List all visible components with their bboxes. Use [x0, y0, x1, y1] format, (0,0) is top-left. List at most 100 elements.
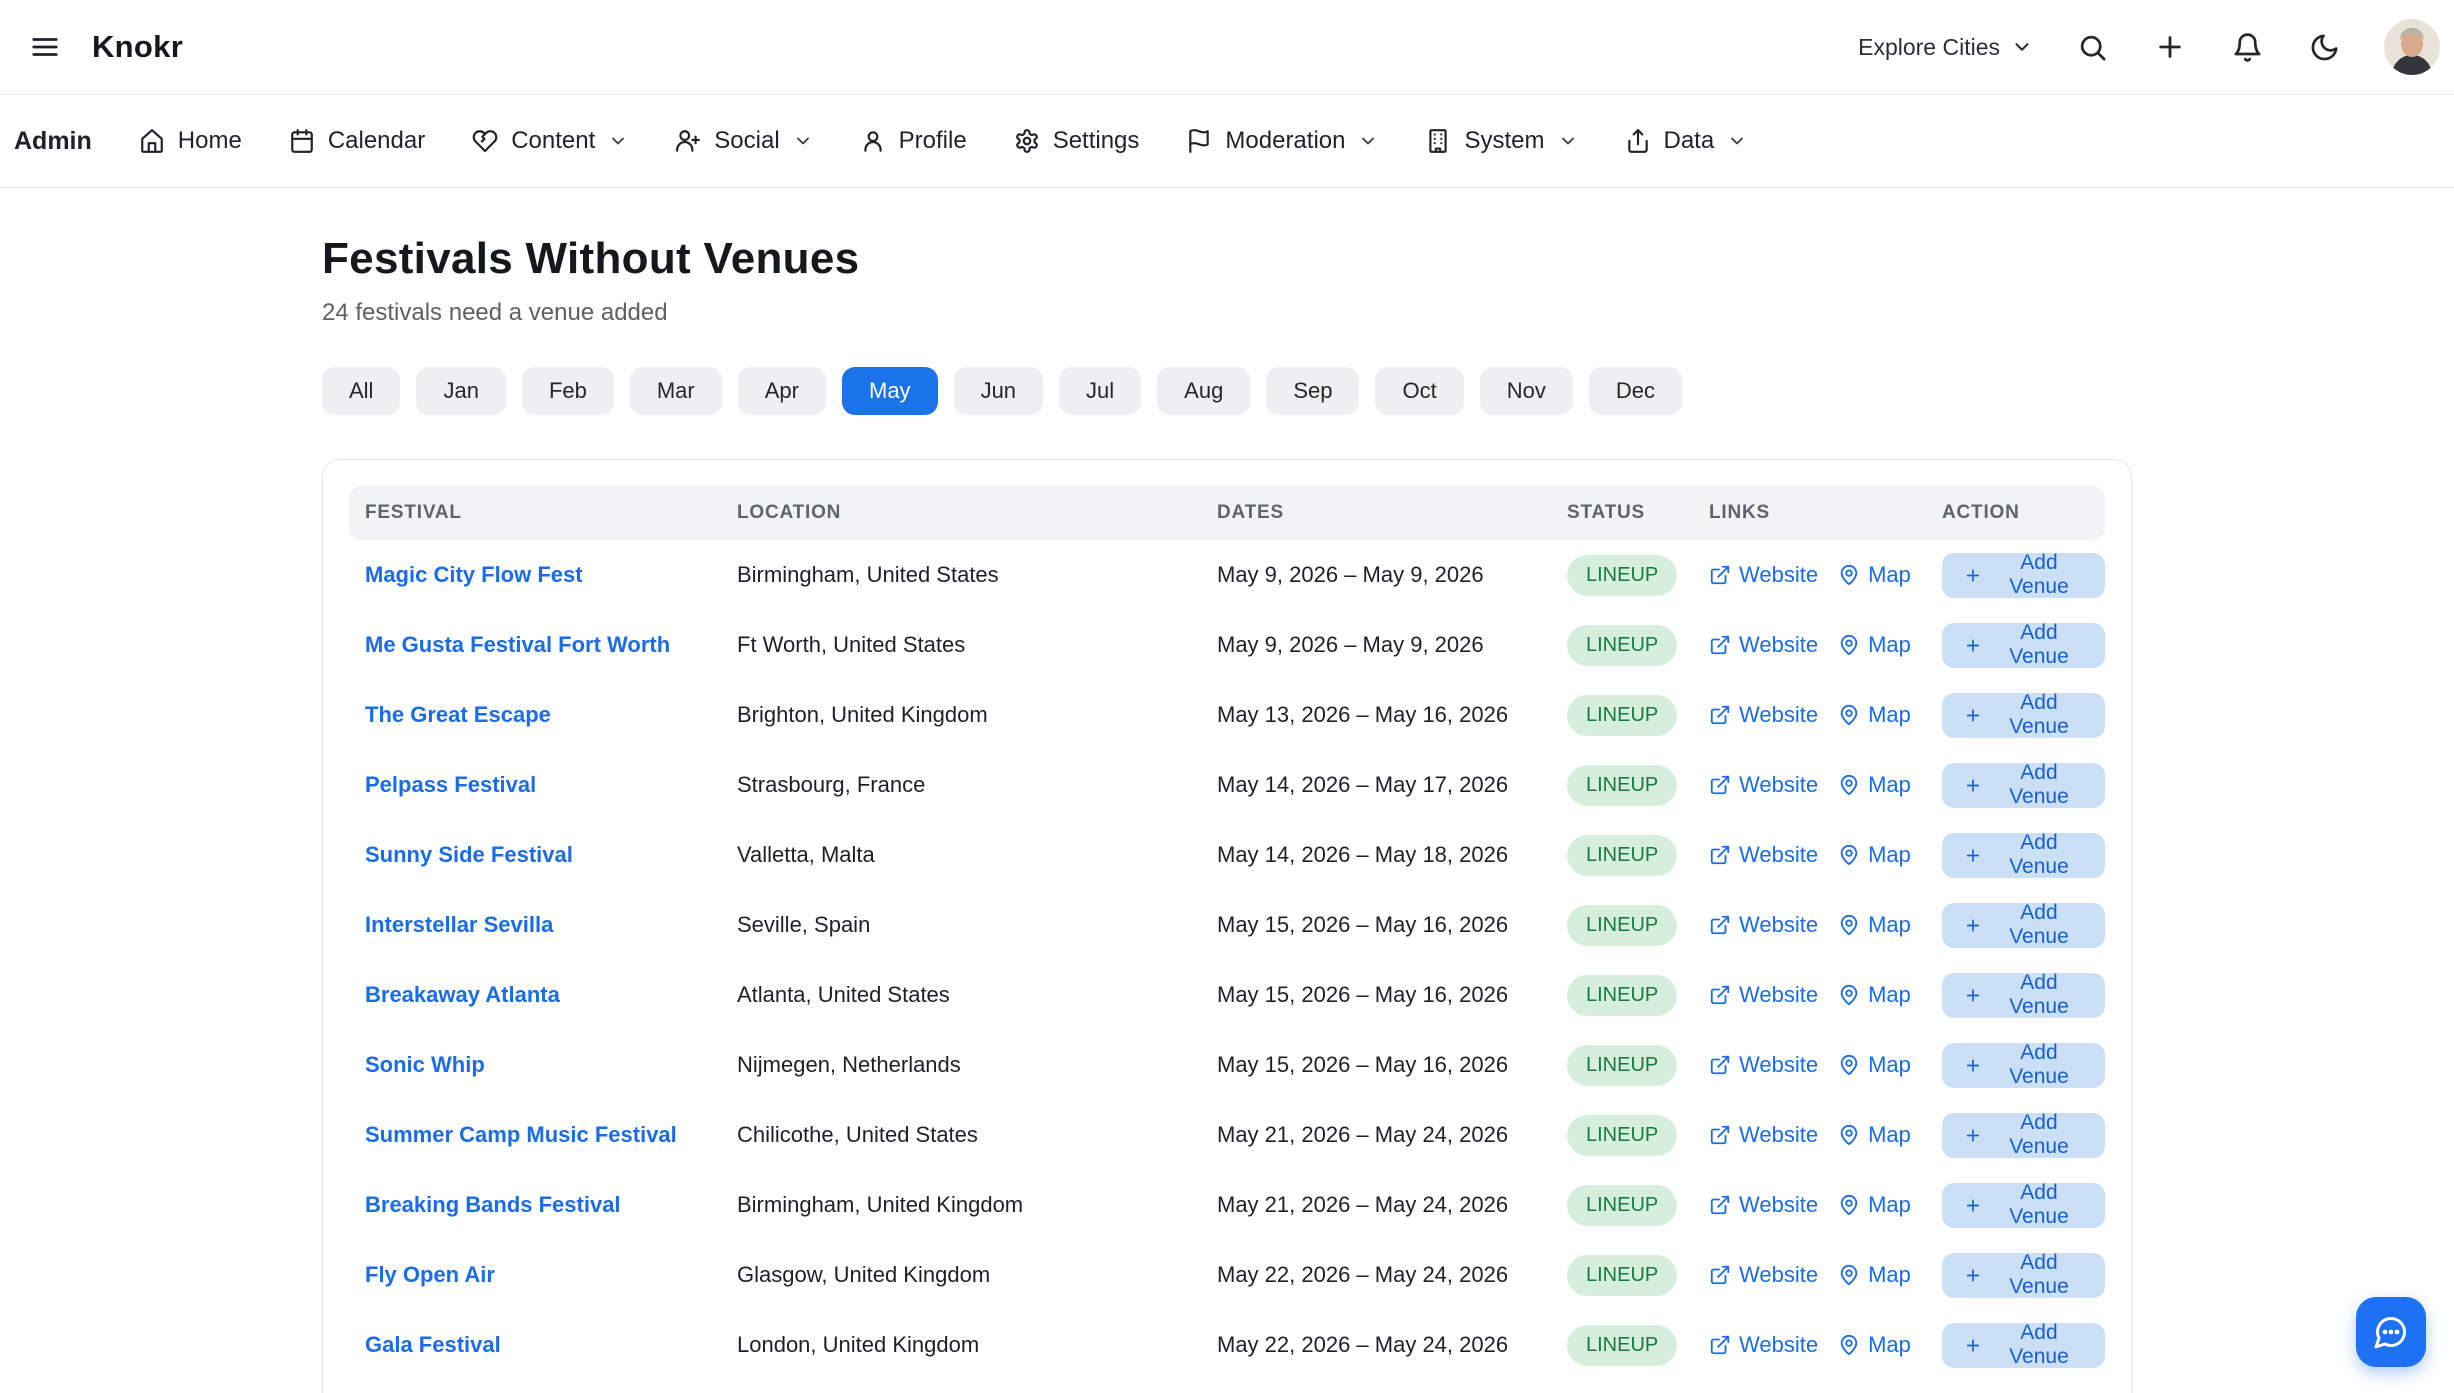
table-row: Festival Le Bon Air Marseilles, France M…: [349, 1380, 2105, 1393]
website-link[interactable]: Website: [1709, 1192, 1818, 1218]
website-link[interactable]: Website: [1709, 982, 1818, 1008]
map-link[interactable]: Map: [1838, 772, 1911, 798]
add-venue-button[interactable]: Add Venue: [1942, 1113, 2105, 1158]
dates-cell: May 21, 2026 – May 24, 2026: [1201, 1122, 1551, 1148]
add-venue-button[interactable]: Add Venue: [1942, 763, 2105, 808]
add-venue-label: Add Venue: [1995, 761, 2083, 809]
add-venue-button[interactable]: Add Venue: [1942, 973, 2105, 1018]
month-filter-apr[interactable]: Apr: [738, 367, 826, 415]
website-link[interactable]: Website: [1709, 702, 1818, 728]
website-link[interactable]: Website: [1709, 772, 1818, 798]
festival-link[interactable]: Me Gusta Festival Fort Worth: [365, 632, 670, 657]
festival-link[interactable]: Interstellar Sevilla: [365, 912, 553, 937]
month-filter-all[interactable]: All: [322, 367, 400, 415]
map-link[interactable]: Map: [1838, 982, 1911, 1008]
map-link[interactable]: Map: [1838, 1122, 1911, 1148]
month-filter-nov[interactable]: Nov: [1480, 367, 1573, 415]
app-logo: Knokr: [92, 29, 183, 65]
month-filter-dec[interactable]: Dec: [1589, 367, 1682, 415]
add-venue-button[interactable]: Add Venue: [1942, 1253, 2105, 1298]
month-filter-mar[interactable]: Mar: [630, 367, 722, 415]
table-row: Fly Open Air Glasgow, United Kingdom May…: [349, 1240, 2105, 1310]
table-body: Magic City Flow Fest Birmingham, United …: [349, 540, 2105, 1393]
column-header-links: LINKS: [1693, 502, 1926, 524]
status-badge: LINEUP: [1567, 695, 1677, 736]
month-filter-aug[interactable]: Aug: [1157, 367, 1250, 415]
add-venue-button[interactable]: Add Venue: [1942, 553, 2105, 598]
add-venue-button[interactable]: Add Venue: [1942, 623, 2105, 668]
festival-link[interactable]: Pelpass Festival: [365, 772, 536, 797]
map-link[interactable]: Map: [1838, 842, 1911, 868]
user-avatar[interactable]: [2384, 19, 2440, 75]
map-link[interactable]: Map: [1838, 1262, 1911, 1288]
month-filter-jan[interactable]: Jan: [416, 367, 505, 415]
website-link-label: Website: [1739, 1262, 1818, 1288]
external-link-icon: [1709, 1054, 1731, 1076]
map-link[interactable]: Map: [1838, 702, 1911, 728]
add-button[interactable]: [2152, 29, 2188, 65]
website-link-label: Website: [1739, 1192, 1818, 1218]
add-venue-button[interactable]: Add Venue: [1942, 903, 2105, 948]
festival-link[interactable]: Gala Festival: [365, 1332, 501, 1357]
chat-fab-button[interactable]: [2356, 1297, 2426, 1367]
status-badge: LINEUP: [1567, 905, 1677, 946]
location-cell: Seville, Spain: [721, 912, 1201, 938]
add-venue-button[interactable]: Add Venue: [1942, 833, 2105, 878]
festival-link[interactable]: Summer Camp Music Festival: [365, 1122, 677, 1147]
hamburger-menu-button[interactable]: [26, 28, 64, 66]
nav-item-system[interactable]: System: [1425, 127, 1577, 155]
map-link[interactable]: Map: [1838, 1052, 1911, 1078]
map-link-label: Map: [1868, 772, 1911, 798]
festival-link[interactable]: Breakaway Atlanta: [365, 982, 560, 1007]
dark-mode-toggle[interactable]: [2307, 30, 2342, 65]
map-link[interactable]: Map: [1838, 912, 1911, 938]
nav-item-calendar[interactable]: Calendar: [289, 127, 425, 155]
explore-cities-dropdown[interactable]: Explore Cities: [1858, 34, 2033, 61]
nav-item-social[interactable]: Social: [675, 127, 812, 155]
add-venue-button[interactable]: Add Venue: [1942, 1043, 2105, 1088]
month-filter-feb[interactable]: Feb: [522, 367, 614, 415]
search-button[interactable]: [2075, 30, 2110, 65]
month-filter-oct[interactable]: Oct: [1375, 367, 1463, 415]
festival-link[interactable]: Magic City Flow Fest: [365, 562, 583, 587]
map-link[interactable]: Map: [1838, 632, 1911, 658]
map-link[interactable]: Map: [1838, 1192, 1911, 1218]
nav-item-moderation[interactable]: Moderation: [1186, 127, 1378, 155]
nav-item-data[interactable]: Data: [1625, 127, 1748, 155]
month-filter-jun[interactable]: Jun: [954, 367, 1043, 415]
festival-link[interactable]: Sonic Whip: [365, 1052, 485, 1077]
table-row: Interstellar Sevilla Seville, Spain May …: [349, 890, 2105, 960]
nav-item-settings[interactable]: Settings: [1014, 127, 1140, 155]
festival-link[interactable]: The Great Escape: [365, 702, 551, 727]
location-cell: Birmingham, United States: [721, 562, 1201, 588]
nav-item-content[interactable]: Content: [472, 127, 628, 155]
website-link[interactable]: Website: [1709, 1332, 1818, 1358]
table-row: Breaking Bands Festival Birmingham, Unit…: [349, 1170, 2105, 1240]
website-link[interactable]: Website: [1709, 562, 1818, 588]
month-filter-sep[interactable]: Sep: [1266, 367, 1359, 415]
location-cell: Chilicothe, United States: [721, 1122, 1201, 1148]
nav-item-profile[interactable]: Profile: [860, 127, 967, 155]
festival-link[interactable]: Breaking Bands Festival: [365, 1192, 621, 1217]
website-link[interactable]: Website: [1709, 1262, 1818, 1288]
festival-link[interactable]: Sunny Side Festival: [365, 842, 573, 867]
add-venue-label: Add Venue: [1995, 551, 2083, 599]
month-filter-may[interactable]: May: [842, 367, 938, 415]
month-filter-jul[interactable]: Jul: [1059, 367, 1141, 415]
website-link[interactable]: Website: [1709, 912, 1818, 938]
map-link[interactable]: Map: [1838, 562, 1911, 588]
notifications-button[interactable]: [2230, 30, 2265, 65]
festival-link[interactable]: Fly Open Air: [365, 1262, 495, 1287]
website-link[interactable]: Website: [1709, 632, 1818, 658]
map-link[interactable]: Map: [1838, 1332, 1911, 1358]
website-link[interactable]: Website: [1709, 842, 1818, 868]
nav-item-home[interactable]: Home: [139, 127, 242, 155]
dates-cell: May 14, 2026 – May 17, 2026: [1201, 772, 1551, 798]
add-venue-button[interactable]: Add Venue: [1942, 1323, 2105, 1368]
add-venue-button[interactable]: Add Venue: [1942, 1183, 2105, 1228]
plus-icon: [1964, 845, 1982, 866]
add-venue-button[interactable]: Add Venue: [1942, 693, 2105, 738]
plus-icon: [1964, 565, 1982, 586]
website-link[interactable]: Website: [1709, 1052, 1818, 1078]
website-link[interactable]: Website: [1709, 1122, 1818, 1148]
